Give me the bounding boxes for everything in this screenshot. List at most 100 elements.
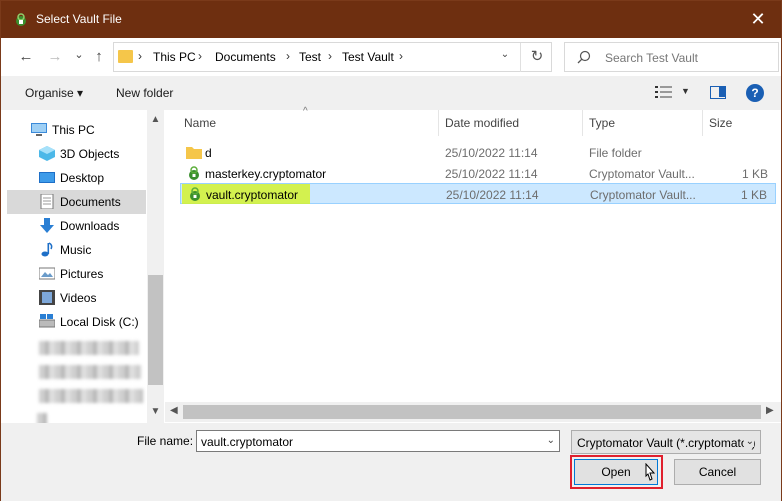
- address-bar[interactable]: › This PC › Documents › Test › Test Vaul…: [113, 42, 552, 72]
- pictures-icon: [39, 267, 55, 280]
- chevron-down-icon[interactable]: ⌄: [743, 436, 754, 447]
- sidebar-item-music[interactable]: Music: [7, 238, 146, 262]
- back-arrow-icon[interactable]: ←: [16, 48, 36, 68]
- search-box[interactable]: Search Test Vault: [564, 42, 779, 72]
- search-placeholder: Search Test Vault: [605, 51, 698, 65]
- breadcrumb-separator[interactable]: ›: [286, 49, 290, 63]
- scroll-down-icon[interactable]: ▼: [147, 406, 164, 417]
- sidebar-item-desktop[interactable]: Desktop: [7, 166, 146, 190]
- file-list: ^ Name Date modified Type Size d 25/10/2…: [165, 106, 781, 423]
- column-divider[interactable]: [438, 110, 439, 136]
- breadcrumb-this-pc[interactable]: This PC: [153, 50, 196, 64]
- file-size: 1 KB: [740, 188, 767, 202]
- sidebar-scrollbar[interactable]: ▲ ▼: [147, 110, 164, 423]
- blurred-drive-item[interactable]: [39, 389, 143, 403]
- file-row-vault[interactable]: vault.cryptomator 25/10/2022 11:14 Crypt…: [180, 183, 776, 204]
- breadcrumb-documents[interactable]: Documents: [215, 50, 276, 64]
- sidebar-item-label: Desktop: [60, 171, 105, 185]
- sort-ascending-icon: ^: [303, 106, 308, 117]
- recent-locations-chevron-icon[interactable]: ⌄: [69, 46, 89, 66]
- search-icon: [577, 50, 591, 64]
- cryptomator-icon: [16, 13, 26, 26]
- folder-icon: [118, 50, 133, 63]
- chevron-down-icon[interactable]: ⌄: [547, 435, 555, 446]
- sidebar-item-videos[interactable]: Videos: [7, 286, 146, 310]
- file-name-input[interactable]: vault.cryptomator ⌄: [196, 430, 560, 452]
- window-title: Select Vault File: [36, 12, 122, 26]
- breadcrumb-separator[interactable]: ›: [198, 49, 202, 63]
- file-date: 25/10/2022 11:14: [446, 188, 539, 202]
- scrollbar-thumb[interactable]: [183, 405, 761, 419]
- file-row-d[interactable]: d 25/10/2022 11:14 File folder: [180, 142, 776, 163]
- folder-icon: [186, 147, 202, 159]
- breadcrumb-separator[interactable]: ›: [328, 49, 332, 63]
- close-icon[interactable]: ✕: [735, 1, 781, 38]
- cryptomator-file-icon: [190, 187, 200, 201]
- help-icon[interactable]: ?: [746, 84, 764, 102]
- sidebar-item-local-disk[interactable]: Local Disk (C:): [7, 310, 146, 334]
- dialog-window: Select Vault File ✕ ← → ⌄ ↑ › This PC › …: [0, 0, 782, 501]
- new-folder-button[interactable]: New folder: [116, 86, 173, 100]
- downloads-icon: [40, 218, 54, 233]
- address-dropdown-icon[interactable]: ⌄: [497, 49, 513, 60]
- file-type-filter[interactable]: Cryptomator Vault (*.cryptomator) ⌄: [571, 430, 761, 454]
- column-header-size[interactable]: Size: [709, 116, 732, 130]
- videos-icon: [39, 290, 55, 305]
- breadcrumb-test[interactable]: Test: [299, 50, 321, 64]
- scroll-left-icon[interactable]: ◀: [170, 405, 178, 416]
- file-type: File folder: [589, 146, 642, 160]
- organise-button[interactable]: Organise ▾: [25, 86, 83, 100]
- file-type-filter-value: Cryptomator Vault (*.cryptomator): [577, 436, 756, 450]
- view-options-icon[interactable]: [655, 85, 673, 99]
- file-list-scrollbar[interactable]: ◀ ▶: [165, 402, 781, 422]
- scroll-up-icon[interactable]: ▲: [147, 114, 164, 125]
- file-date: 25/10/2022 11:14: [445, 167, 538, 181]
- sidebar-item-label: Local Disk (C:): [60, 315, 139, 329]
- breadcrumb-separator[interactable]: ›: [138, 49, 142, 63]
- scrollbar-thumb[interactable]: [148, 275, 163, 385]
- scroll-right-icon[interactable]: ▶: [766, 405, 774, 416]
- column-headers: ^ Name Date modified Type Size: [165, 106, 781, 136]
- local-disk-icon: [39, 314, 55, 328]
- sidebar-item-3d-objects[interactable]: 3D Objects: [7, 142, 146, 166]
- title-bar: Select Vault File ✕: [1, 1, 781, 38]
- 3d-objects-icon: [39, 146, 55, 161]
- column-divider[interactable]: [582, 110, 583, 136]
- file-name-value: vault.cryptomator: [201, 435, 294, 449]
- blurred-drive-item[interactable]: [39, 341, 139, 355]
- file-name: masterkey.cryptomator: [205, 167, 327, 181]
- cryptomator-file-icon: [189, 166, 199, 180]
- sidebar-item-downloads[interactable]: Downloads: [7, 214, 146, 238]
- breadcrumb-test-vault[interactable]: Test Vault: [342, 50, 394, 64]
- preview-pane-icon[interactable]: [710, 86, 726, 99]
- sidebar-item-label: Videos: [60, 291, 97, 305]
- view-dropdown-icon[interactable]: ▼: [681, 86, 690, 96]
- sidebar-item-label: Music: [60, 243, 92, 257]
- sidebar-item-this-pc[interactable]: This PC: [7, 118, 146, 142]
- up-arrow-icon[interactable]: ↑: [89, 48, 109, 68]
- navigation-bar: ← → ⌄ ↑ › This PC › Documents › Test › T…: [1, 38, 781, 76]
- breadcrumb-separator[interactable]: ›: [399, 49, 403, 63]
- sidebar-item-label: 3D Objects: [60, 147, 120, 161]
- blurred-drive-item[interactable]: [39, 365, 141, 379]
- documents-icon: [40, 194, 54, 209]
- column-header-name[interactable]: Name: [184, 116, 216, 130]
- file-row-masterkey[interactable]: masterkey.cryptomator 25/10/2022 11:14 C…: [180, 163, 776, 184]
- sidebar-item-label: Documents: [60, 195, 121, 209]
- file-size: 1 KB: [741, 167, 768, 181]
- sidebar-item-label: Downloads: [60, 219, 120, 233]
- refresh-icon[interactable]: ↻: [520, 43, 553, 72]
- forward-arrow-icon[interactable]: →: [45, 48, 65, 68]
- file-type: Cryptomator Vault...: [589, 167, 695, 181]
- sidebar-item-pictures[interactable]: Pictures: [7, 262, 146, 286]
- sidebar-item-label: Pictures: [60, 267, 104, 281]
- column-header-type[interactable]: Type: [589, 116, 615, 130]
- desktop-icon: [39, 172, 55, 183]
- cancel-button[interactable]: Cancel: [674, 459, 761, 485]
- command-bar: Organise ▾ New folder ▼ ?: [1, 76, 781, 110]
- column-header-date-modified[interactable]: Date modified: [445, 116, 519, 130]
- navigation-pane: This PC 3D Objects Desktop Documents Dow…: [1, 110, 164, 427]
- dialog-footer: File name: vault.cryptomator ⌄ Cryptomat…: [1, 423, 781, 501]
- column-divider[interactable]: [702, 110, 703, 136]
- sidebar-item-documents[interactable]: Documents: [7, 190, 146, 214]
